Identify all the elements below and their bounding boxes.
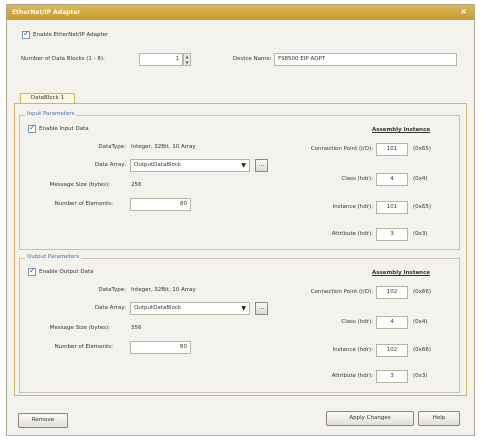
output-parameters-group: Output Parameters Enable Output Data Dat… [19,254,460,393]
output-num-elements-label: Number of Elements: [54,344,113,350]
input-class-hex: (0x4) [413,176,428,182]
output-class-hex: (0x4) [413,319,428,325]
output-data-array-value: OutputDataBlock [134,305,182,311]
enable-adapter-label: Enable EtherNet/IP Adapter [33,32,109,38]
enable-output-checkbox[interactable] [28,266,36,276]
chevron-down-icon[interactable]: ▼ [241,305,246,312]
input-message-size-value: 256 [131,182,142,188]
input-class-label: Class (hdr): [341,176,373,182]
output-message-size-value: 356 [131,325,142,331]
enable-input-checkbox[interactable] [28,123,36,133]
output-instance-field[interactable]: 102 [376,344,408,357]
input-connection-point-hex: (0x65) [413,146,432,152]
input-instance-hex: (0x65) [413,204,432,210]
remove-button[interactable]: Remove [18,413,68,428]
datablocks-label: Number of Data Blocks (1 - 8): [21,56,105,62]
output-attribute-field[interactable]: 3 [376,370,408,383]
output-connection-point-field[interactable]: 102 [376,286,408,299]
apply-changes-button[interactable]: Apply Changes [326,411,414,426]
input-data-array-label: Data Array: [94,162,126,168]
input-attribute-hex: (0x3) [413,231,428,237]
spin-down-icon[interactable]: ▼ [184,60,190,65]
output-parameters-title: Output Parameters [25,254,82,260]
datablocks-field[interactable]: 1 [139,53,183,66]
input-connection-point-field[interactable]: 101 [376,143,408,156]
output-attribute-hex: (0x3) [413,373,428,379]
input-data-array-browse-button[interactable]: ... [255,159,268,172]
output-instance-label: Instance (hdr): [332,347,373,353]
window-title: EtherNet/IP Adapter [12,9,81,16]
input-attribute-field[interactable]: 3 [376,228,408,241]
output-instance-hex: (0x66) [413,347,432,353]
output-connection-point-hex: (0x66) [413,289,432,295]
output-num-elements-field[interactable]: 80 [130,341,191,354]
input-datatype-label: DataType: [98,144,126,150]
enable-adapter-checkbox[interactable] [22,29,30,39]
device-name-field[interactable]: FS8500 EIP ADPT [274,53,457,66]
help-button[interactable]: Help [418,411,460,426]
enable-input-label: Enable Input Data [39,126,89,132]
output-message-size-label: Message Size (bytes): [49,325,110,331]
output-data-array-label: Data Array: [94,305,126,311]
ethernet-ip-adapter-dialog: EtherNet/IP Adapter × Enable EtherNet/IP… [6,4,475,436]
output-datatype-value: Integer, 32Bit, 10 Array [131,287,196,293]
input-datatype-value: Integer, 32Bit, 10 Array [131,144,196,150]
input-data-array-select[interactable]: OutputDataBlock ▼ [130,159,250,172]
close-icon[interactable]: × [460,7,467,16]
input-parameters-group: Input Parameters Enable Input Data DataT… [19,111,460,250]
input-data-array-value: OutputDataBlock [134,162,182,168]
output-class-label: Class (hdr): [341,319,373,325]
input-parameters-title: Input Parameters [25,111,77,117]
input-class-field[interactable]: 4 [376,173,408,186]
output-connection-point-label: Connection Point (I/O): [310,289,373,295]
title-bar[interactable]: EtherNet/IP Adapter × [7,5,474,20]
input-num-elements-label: Number of Elements: [54,201,113,207]
output-assembly-instance-header: Assembly Instance [372,270,431,276]
output-datatype-label: DataType: [98,287,126,293]
input-assembly-instance-header: Assembly Instance [372,127,431,133]
output-class-field[interactable]: 4 [376,316,408,329]
datablocks-stepper[interactable]: ▲ ▼ [183,53,191,66]
spin-up-icon[interactable]: ▲ [184,54,190,59]
device-name-label: Device Name: [233,56,272,62]
output-data-array-select[interactable]: OutputDataBlock ▼ [130,302,250,315]
input-instance-label: Instance (hdr): [332,204,373,210]
input-instance-field[interactable]: 101 [376,201,408,214]
enable-output-label: Enable Output Data [39,269,94,275]
input-num-elements-field[interactable]: 80 [130,198,191,211]
output-attribute-label: Attribute (hdr): [331,373,373,379]
chevron-down-icon[interactable]: ▼ [241,162,246,169]
input-connection-point-label: Connection Point (I/O): [310,146,373,152]
input-message-size-label: Message Size (bytes): [49,182,110,188]
output-data-array-browse-button[interactable]: ... [255,302,268,315]
input-attribute-label: Attribute (hdr): [331,231,373,237]
